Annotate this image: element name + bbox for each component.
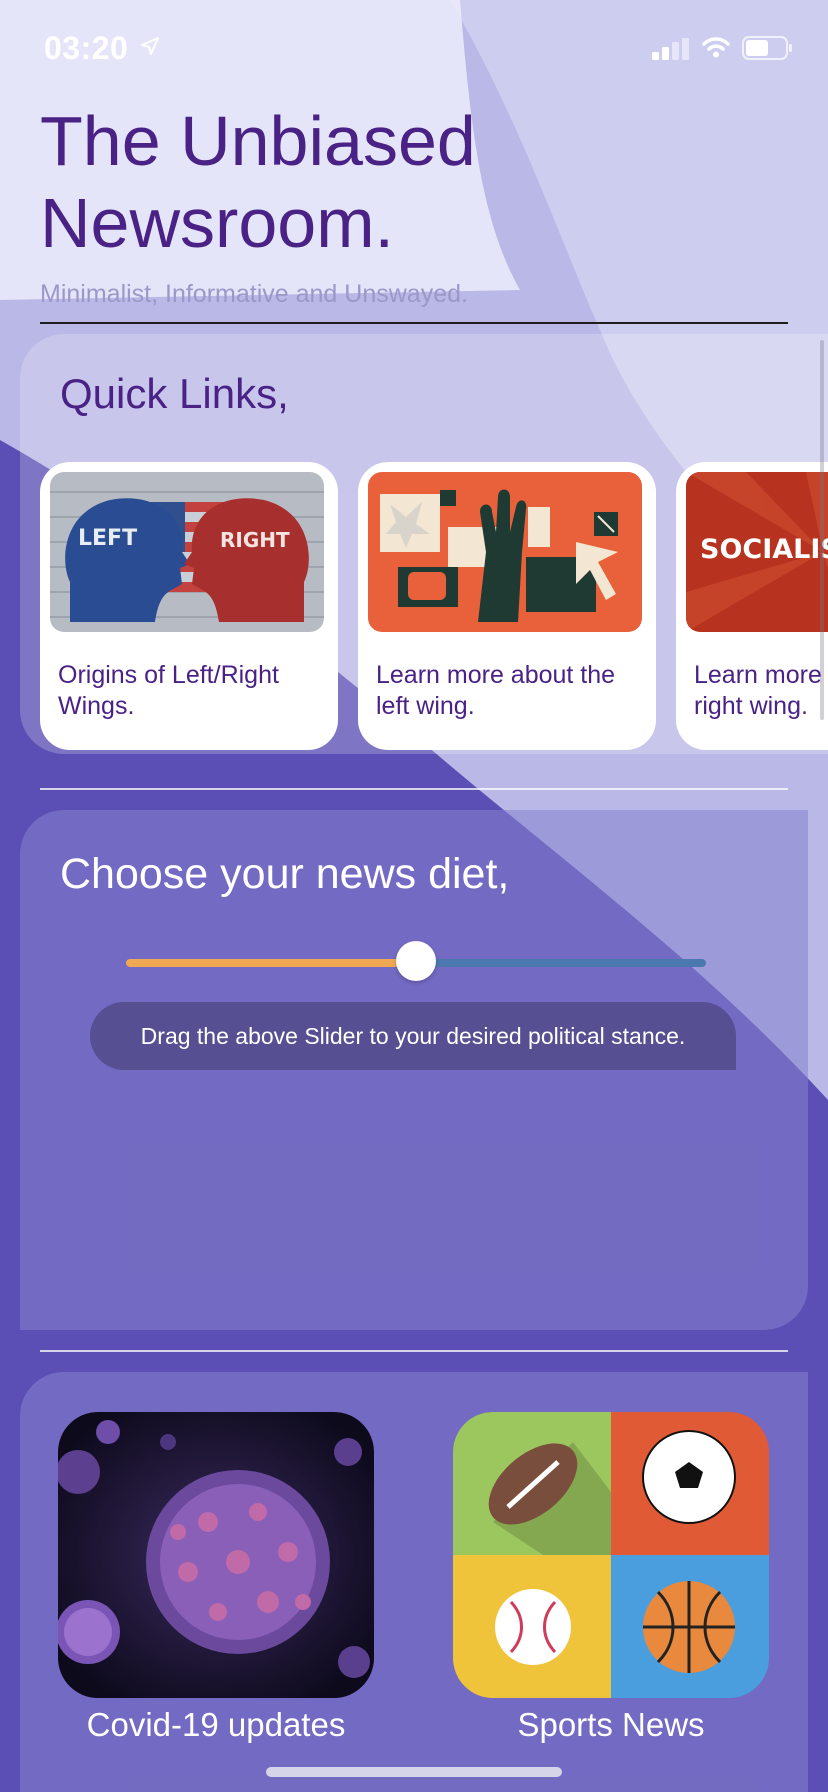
- wifi-icon: [702, 36, 730, 63]
- slider-track-left: [126, 959, 416, 967]
- card-label: Learn more about the right wing.: [694, 661, 828, 720]
- sports-news-label[interactable]: Sports News: [453, 1706, 769, 1744]
- left-right-heads-image: LEFT RIGHT: [50, 472, 324, 632]
- status-time: 03:20: [44, 30, 129, 66]
- section-divider: [40, 1350, 788, 1352]
- news-diet-title: Choose your news diet,: [60, 850, 510, 898]
- right-label-text: RIGHT: [220, 528, 290, 552]
- left-wing-illustration-image: [368, 472, 642, 632]
- battery-icon: [742, 36, 794, 65]
- home-indicator[interactable]: [266, 1767, 562, 1777]
- quick-link-card-right-wing[interactable]: SOCIALIS Learn more about the right wing…: [676, 462, 828, 750]
- slider-thumb[interactable]: [396, 941, 436, 981]
- socialism-banner-image: SOCIALIS: [686, 472, 828, 632]
- quick-link-card-left-wing[interactable]: Learn more about the left wing.: [358, 462, 656, 750]
- status-bar: 03:20: [0, 0, 828, 100]
- left-label-text: LEFT: [78, 526, 138, 551]
- quick-links-scrollbar[interactable]: [820, 340, 824, 720]
- slider-hint: Drag the above Slider to your desired po…: [90, 1002, 736, 1070]
- sports-news-tile[interactable]: [453, 1412, 769, 1698]
- signal-icon: [652, 38, 690, 65]
- covid-updates-label[interactable]: Covid-19 updates: [58, 1706, 374, 1744]
- card-label: Origins of Left/Right Wings.: [58, 661, 279, 720]
- slider-track-right: [416, 959, 706, 967]
- card-label: Learn more about the left wing.: [376, 661, 616, 720]
- quick-link-card-origins[interactable]: LEFT RIGHT Origins of Left/Right Wings.: [40, 462, 338, 750]
- political-stance-slider[interactable]: [126, 941, 706, 981]
- socialism-banner-text: SOCIALIS: [700, 534, 828, 565]
- section-divider: [40, 788, 788, 790]
- covid-updates-tile[interactable]: [58, 1412, 374, 1698]
- quick-links-carousel[interactable]: LEFT RIGHT Origins of Left/Right Wings.: [0, 0, 828, 800]
- location-arrow-icon: [140, 36, 160, 61]
